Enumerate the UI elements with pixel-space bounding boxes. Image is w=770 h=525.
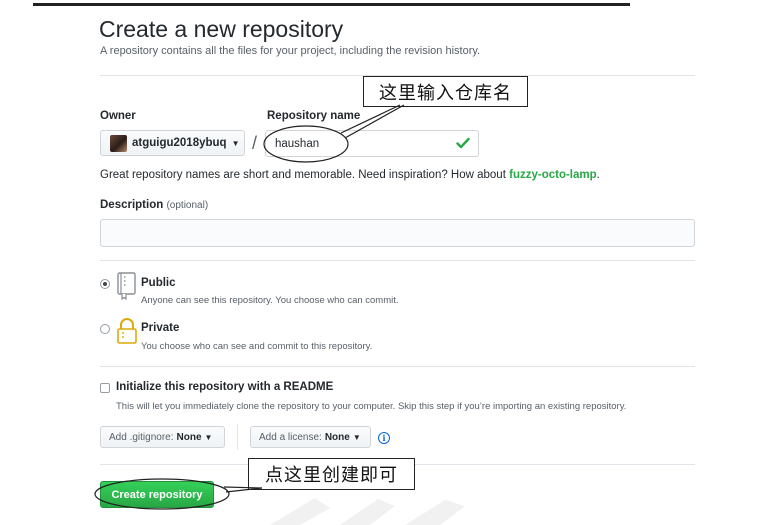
name-suggestion: fuzzy-octo-lamp — [509, 169, 597, 181]
readme-checkbox[interactable] — [100, 383, 110, 393]
top-rule — [33, 3, 630, 6]
divider — [100, 366, 695, 367]
readme-note: This will let you immediately clone the … — [116, 401, 627, 412]
repo-name-label: Repository name — [267, 110, 361, 122]
gitignore-dropdown[interactable]: Add .gitignore: None ▼ — [100, 426, 225, 448]
page-subtitle: A repository contains all the files for … — [100, 45, 481, 57]
license-dropdown[interactable]: Add a license: None ▼ — [250, 426, 371, 448]
page-title: Create a new repository — [99, 16, 344, 42]
gitignore-value: None — [176, 431, 202, 443]
license-prefix: Add a license: — [259, 431, 322, 443]
private-note: You choose who can see and commit to thi… — [141, 341, 373, 352]
lock-icon — [117, 318, 137, 344]
name-hint-text: Great repository names are short and mem… — [100, 169, 510, 181]
description-optional: (optional) — [166, 200, 209, 211]
caret-down-icon: ▼ — [352, 432, 361, 442]
callout-repo-name: 这里输入仓库名 — [363, 76, 528, 107]
license-value: None — [324, 431, 350, 443]
public-title: Public — [141, 277, 176, 289]
private-title: Private — [141, 322, 180, 334]
callout-create: 点这里创建即可 — [248, 458, 415, 490]
owner-repo-separator: / — [252, 133, 258, 153]
caret-down-icon: ▼ — [231, 138, 240, 148]
name-hint-end: . — [596, 169, 600, 181]
public-radio[interactable] — [100, 279, 110, 289]
name-hint: Great repository names are short and mem… — [100, 169, 600, 181]
divider — [100, 260, 695, 261]
repo-book-icon — [117, 272, 136, 300]
caret-down-icon: ▼ — [204, 432, 213, 442]
description-label-text: Description — [100, 199, 164, 211]
readme-title: Initialize this repository with a README — [116, 381, 334, 393]
public-note: Anyone can see this repository. You choo… — [141, 295, 399, 306]
divider — [237, 424, 238, 450]
repo-name-input[interactable] — [265, 130, 479, 157]
description-label: Description (optional) — [100, 199, 208, 211]
info-icon[interactable]: i — [378, 432, 390, 444]
description-input[interactable] — [100, 219, 695, 247]
create-repository-button[interactable]: Create repository — [100, 481, 214, 508]
owner-dropdown[interactable]: atguigu2018ybuq ▼ — [100, 130, 245, 156]
owner-label: Owner — [100, 110, 136, 122]
check-icon — [456, 137, 470, 149]
owner-value: atguigu2018ybuq — [132, 137, 227, 149]
avatar — [110, 134, 127, 152]
gitignore-prefix: Add .gitignore: — [109, 431, 174, 443]
private-radio[interactable] — [100, 324, 110, 334]
